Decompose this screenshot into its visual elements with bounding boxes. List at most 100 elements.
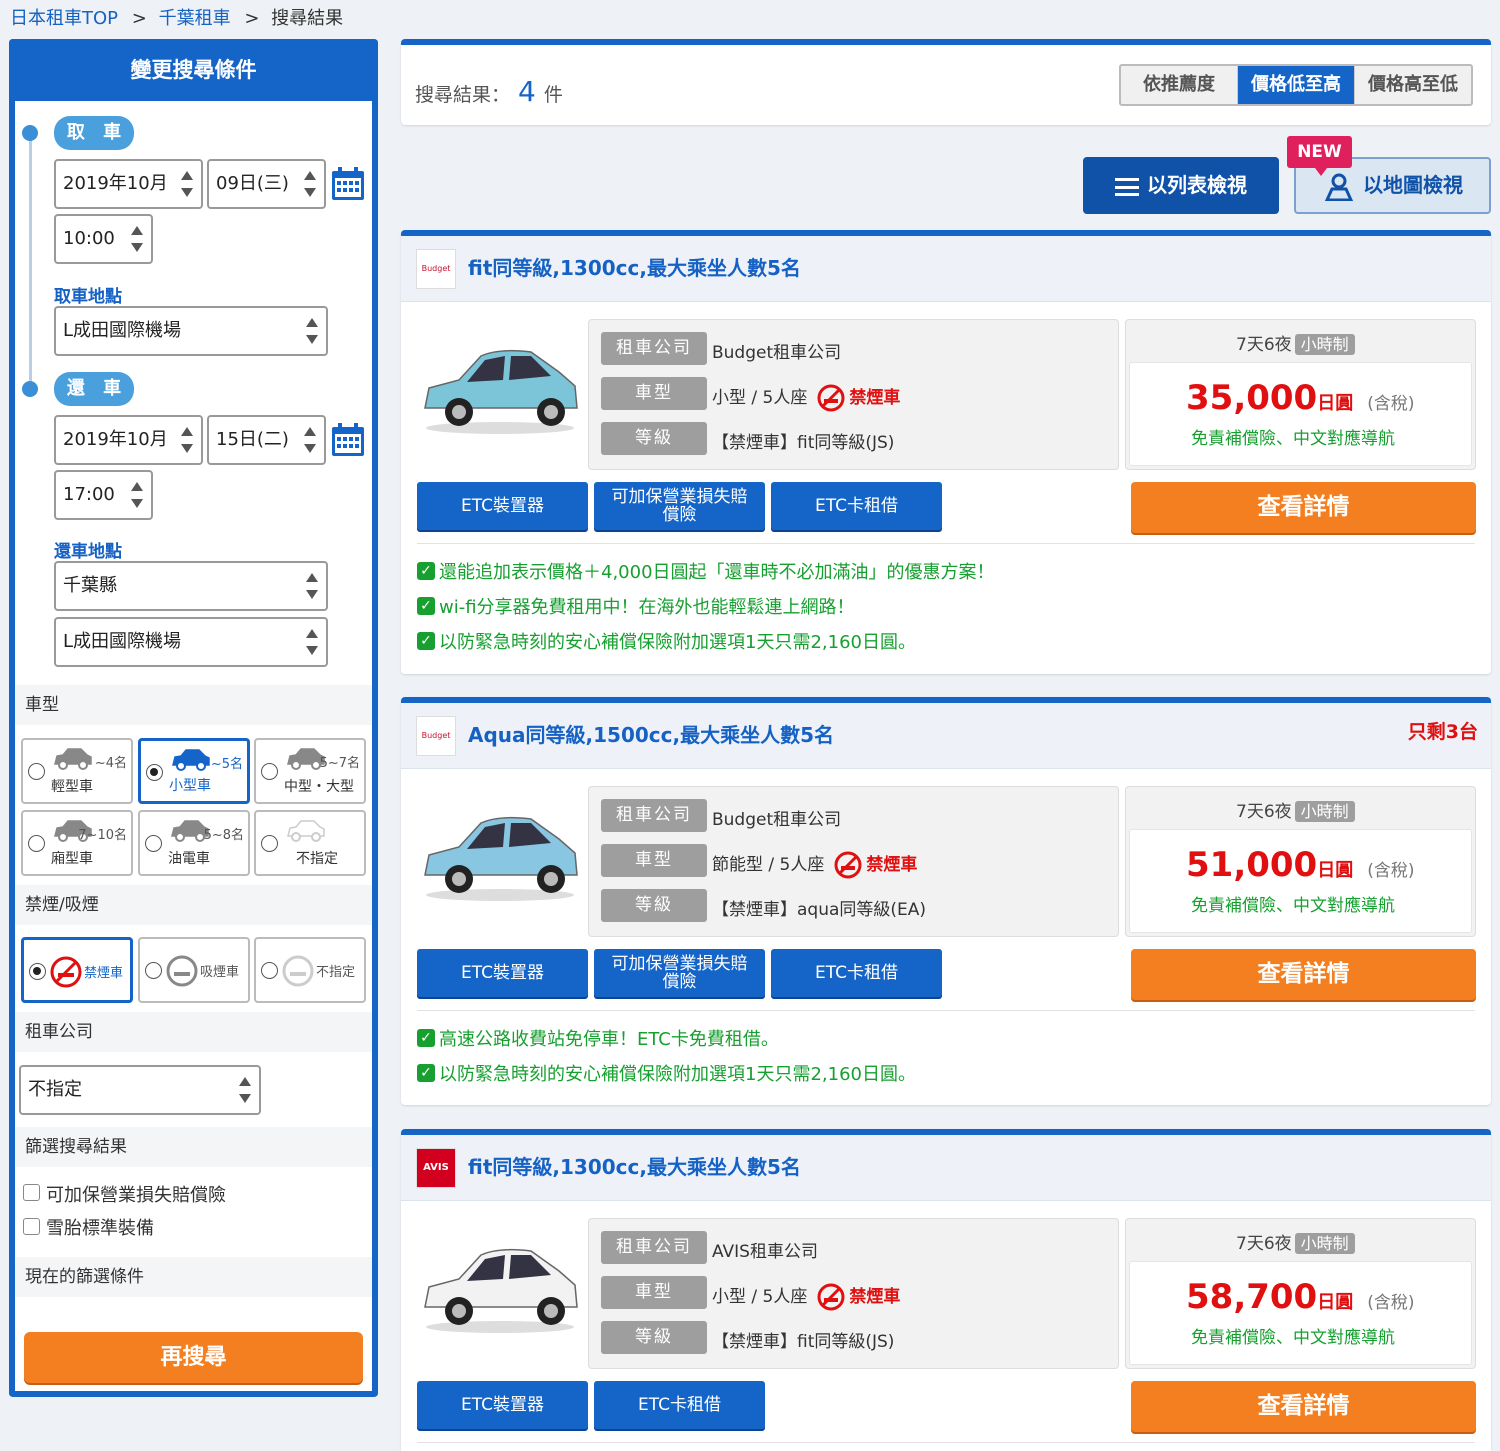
pickup-time-select[interactable]: 10:00 xyxy=(54,214,153,264)
option-button[interactable]: ETC卡租借 xyxy=(771,482,942,530)
no-smoking-label: 禁煙車 xyxy=(866,855,918,875)
return-day-value: 15日(二) xyxy=(216,429,289,450)
car-type-midsize-capacity: 5~7名 xyxy=(319,756,360,771)
car-type-van-radio[interactable] xyxy=(28,835,45,852)
smoking-smoking-radio[interactable] xyxy=(145,962,162,979)
filter-checkbox-snow-tires[interactable] xyxy=(23,1218,40,1235)
return-time-select[interactable]: 17:00 xyxy=(54,470,153,520)
nights-label: 7天6夜 xyxy=(1236,802,1292,822)
company-select[interactable]: 不指定 xyxy=(19,1065,261,1115)
feature-text: 以防緊急時刻的安心補償保險附加選項1天只需2,160日圓。 xyxy=(439,632,916,653)
timeline-line xyxy=(29,133,32,393)
pickup-month-select[interactable]: 2019年10月 xyxy=(54,159,203,209)
smoking-any-icon xyxy=(282,955,314,987)
smoking-nonsmoking-option[interactable]: 禁煙車 xyxy=(21,937,133,1003)
calendar-icon[interactable] xyxy=(331,167,365,201)
car-type-van-option[interactable]: 7~10名 廂型車 xyxy=(21,810,133,876)
car-type-any-option[interactable]: 不指定 xyxy=(254,810,366,876)
return-prefecture-select[interactable]: 千葉縣 xyxy=(54,561,328,611)
no-smoking-icon xyxy=(50,956,82,988)
smoking-nonsmoking-label: 禁煙車 xyxy=(84,966,124,981)
smoking-smoking-option[interactable]: 吸煙車 xyxy=(138,937,250,1003)
car-type-midsize-option[interactable]: 5~7名中型・大型 xyxy=(254,738,366,804)
pickup-time-value: 10:00 xyxy=(63,228,115,249)
return-location-select[interactable]: L成田國際機場 xyxy=(54,617,328,667)
option-button[interactable]: 可加保營業損失賠償險 xyxy=(594,482,765,530)
breadcrumb-current: 搜尋結果 xyxy=(271,8,344,29)
no-smoking-label: 禁煙車 xyxy=(849,1287,901,1307)
car-type-hybrid-option[interactable]: 5~8名 油電車 xyxy=(138,810,250,876)
car-type-compact-option[interactable]: ~5名 小型車 xyxy=(138,738,250,804)
view-details-button[interactable]: 查看詳情 xyxy=(1131,482,1476,533)
filter-section-label: 篩選搜尋結果 xyxy=(15,1127,372,1167)
car-type-hybrid-capacity: 5~8名 xyxy=(203,828,244,843)
option-button[interactable]: ETC裝置器 xyxy=(417,949,588,997)
breadcrumb-link-chiba[interactable]: 千葉租車 xyxy=(159,8,231,29)
select-arrows-icon xyxy=(306,318,318,344)
grade-value-text: 【禁煙車】fit同等級(JS) xyxy=(712,1332,895,1352)
option-button[interactable]: 可加保營業損失賠償險 xyxy=(594,949,765,997)
return-month-select[interactable]: 2019年10月 xyxy=(54,415,203,465)
grade-value: 【禁煙車】fit同等級(JS) xyxy=(712,428,894,453)
rental-duration: 7天6夜 小時制 xyxy=(1236,797,1355,822)
sidebar-title: 變更搜尋條件 xyxy=(9,39,378,101)
car-type-van-capacity: 7~10名 xyxy=(78,828,127,843)
car-type-compact-radio[interactable] xyxy=(146,764,163,781)
card-title[interactable]: Aqua同等級,1500cc,最大乘坐人數5名 xyxy=(468,719,834,748)
select-arrows-icon xyxy=(181,427,193,453)
option-button[interactable]: ETC裝置器 xyxy=(417,1381,588,1429)
no-smoking-icon xyxy=(817,384,845,412)
check-icon: ✓ xyxy=(417,1064,435,1082)
card-title[interactable]: fit同等級,1300cc,最大乘坐人數5名 xyxy=(468,1151,801,1180)
pickup-location-select[interactable]: L成田國際機場 xyxy=(54,306,328,356)
view-details-button[interactable]: 查看詳情 xyxy=(1131,1381,1476,1432)
sort-price-low-high[interactable]: 價格低至高 xyxy=(1238,66,1355,104)
search-again-button[interactable]: 再搜尋 xyxy=(24,1332,363,1383)
return-day-select[interactable]: 15日(二) xyxy=(207,415,326,465)
smoking-any-option[interactable]: 不指定 xyxy=(254,937,366,1003)
breadcrumb-separator: > xyxy=(244,8,260,29)
result-count-number: 4 xyxy=(518,75,536,108)
no-smoking-icon xyxy=(834,851,862,879)
car-type-kei-option[interactable]: ~4名 輕型車 xyxy=(21,738,133,804)
company-value: Budget租車公司 xyxy=(712,338,841,363)
included-coverage: 免責補償險、中文對應導航 xyxy=(1191,896,1395,916)
remaining-count: 只剩3台 xyxy=(1407,721,1478,743)
sort-recommended[interactable]: 依推薦度 xyxy=(1121,66,1238,104)
price-tax: (含稅) xyxy=(1367,1293,1415,1313)
option-button[interactable]: ETC裝置器 xyxy=(417,482,588,530)
smoking-nonsmoking-radio[interactable] xyxy=(29,963,46,980)
filter-checkbox-insurance[interactable] xyxy=(23,1184,40,1201)
feature-text: 還能追加表示價格＋4,000日圓起「還車時不必加滿油」的優惠方案！ xyxy=(439,562,995,583)
grade-value-text: 【禁煙車】fit同等級(JS) xyxy=(712,433,895,453)
grade-value: 【禁煙車】fit同等級(JS) xyxy=(712,1327,894,1352)
grade-value: 【禁煙車】aqua同等級(EA) xyxy=(712,895,926,920)
map-view-label: 以地圖檢視 xyxy=(1363,173,1463,197)
breadcrumb-link-top[interactable]: 日本租車TOP xyxy=(10,8,118,29)
car-image xyxy=(419,809,581,905)
pickup-dot xyxy=(22,125,38,141)
card-title[interactable]: fit同等級,1300cc,最大乘坐人數5名 xyxy=(468,252,801,281)
smoking-any-radio[interactable] xyxy=(261,962,278,979)
car-type-hybrid-radio[interactable] xyxy=(145,835,162,852)
calendar-icon[interactable] xyxy=(331,423,365,457)
car-type-midsize-radio[interactable] xyxy=(261,763,278,780)
pickup-day-select[interactable]: 09日(三) xyxy=(207,159,326,209)
view-details-button[interactable]: 查看詳情 xyxy=(1131,949,1476,1000)
car-type-kei-capacity: ~4名 xyxy=(94,756,127,771)
list-view-button[interactable]: 以列表檢視 xyxy=(1083,157,1279,214)
car-type-midsize-label: 中型・大型 xyxy=(284,779,354,795)
option-button[interactable]: ETC卡租借 xyxy=(771,949,942,997)
car-type-value: 節能型 / 5人座 禁煙車 xyxy=(712,850,917,879)
select-arrows-icon xyxy=(181,171,193,197)
car-type-kei-radio[interactable] xyxy=(28,763,45,780)
select-arrows-icon xyxy=(306,573,318,599)
breadcrumb-separator: > xyxy=(131,8,147,29)
menu-icon xyxy=(1115,177,1139,196)
sort-price-high-low[interactable]: 價格高至低 xyxy=(1355,66,1471,104)
option-button[interactable]: ETC卡租借 xyxy=(594,1381,765,1429)
result-count-unit: 件 xyxy=(543,84,563,106)
feature-item: ✓ 以防緊急時刻的安心補償保險附加選項1天只需2,160日圓。 xyxy=(417,628,916,654)
car-type-any-radio[interactable] xyxy=(261,835,278,852)
price-amount: 58,700 xyxy=(1186,1277,1318,1317)
